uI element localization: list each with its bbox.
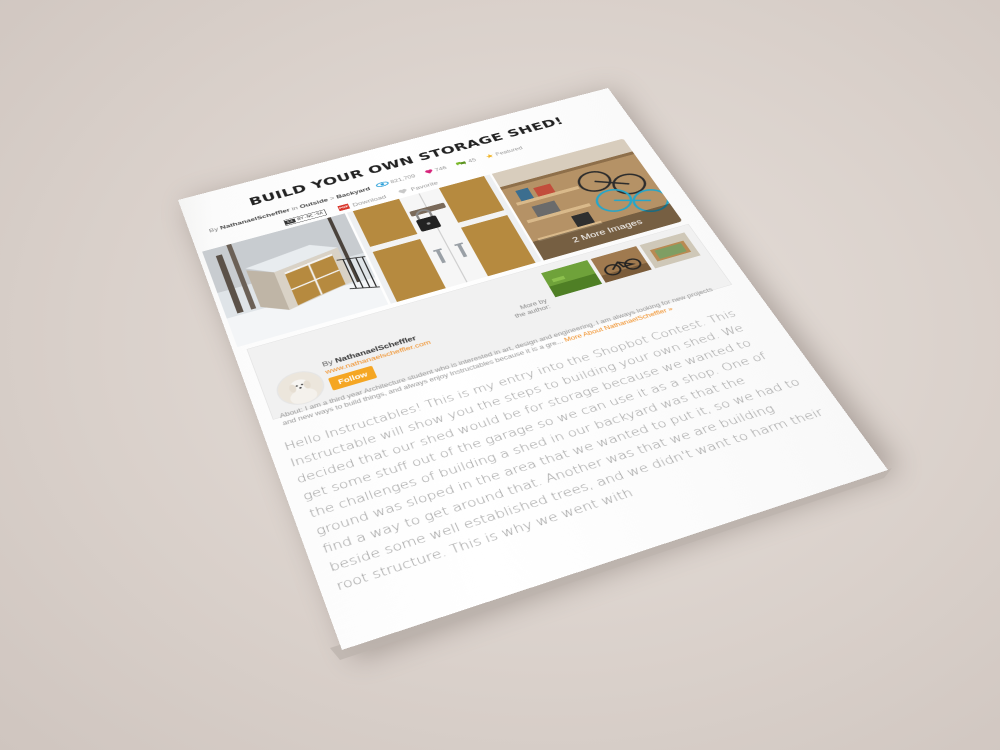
comments-count: 45 (466, 157, 478, 164)
bike-thumb-image (590, 246, 652, 283)
breadcrumb-separator: > (328, 195, 336, 202)
heart-outline-icon (398, 188, 408, 195)
author-project-thumb-2[interactable] (590, 246, 652, 283)
comments-icon (455, 161, 467, 166)
views-count: 821,709 (389, 173, 417, 185)
byline-in: in (290, 204, 299, 212)
author-project-thumb-1[interactable] (541, 260, 603, 298)
grass-thumb-image (541, 260, 603, 298)
author-project-thumb-3[interactable] (639, 232, 701, 269)
more-by-author-label: More by the author: (513, 297, 552, 320)
favorites-count: 746 (433, 164, 448, 173)
comments-stat: 45 (455, 157, 477, 167)
pdf-icon: PDF (337, 203, 351, 212)
photo-scene: BUILD YOUR OWN STORAGE SHED! By Nathanae… (0, 0, 1000, 750)
planter-thumb-image (639, 232, 701, 269)
star-icon: ★ (484, 152, 496, 161)
heart-icon (424, 169, 434, 175)
favorites-stat: 746 (424, 165, 448, 175)
byline-prefix: By (207, 225, 220, 234)
eye-icon (376, 182, 390, 187)
